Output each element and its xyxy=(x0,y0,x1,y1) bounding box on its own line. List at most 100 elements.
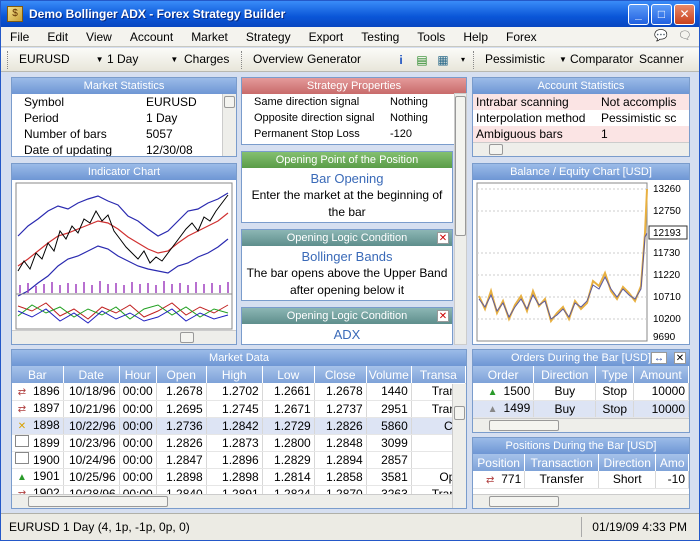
menu-testing[interactable]: Testing xyxy=(352,30,408,44)
overview-button[interactable]: Overview xyxy=(253,52,303,66)
logic-description: The bar opens above the Upper Band after… xyxy=(246,266,448,297)
generator-button[interactable]: Generator xyxy=(307,52,361,66)
balance-equity-panel: Balance / Equity Chart [USD] 13260 12750… xyxy=(472,163,690,345)
menu-forex[interactable]: Forex xyxy=(497,30,546,44)
column-header[interactable]: Bar xyxy=(12,366,64,383)
overflow-icon[interactable]: ▾ xyxy=(455,52,471,68)
orders-scrollbar[interactable] xyxy=(473,418,689,432)
calculator-icon[interactable]: ▦ xyxy=(435,52,451,68)
table-row[interactable]: ▲ 1901 10/25/96 00:00 1.2898 1.2898 1.2814 1.28… xyxy=(12,468,466,486)
info-icon[interactable]: i xyxy=(393,52,409,68)
column-header[interactable]: Date xyxy=(63,366,120,383)
menu-export[interactable]: Export xyxy=(300,30,353,44)
remove-condition-icon[interactable]: ✕ xyxy=(437,232,449,244)
account-statistics-panel: Account Statistics Intrabar scanning Not … xyxy=(472,77,690,157)
strategy-scrollbar[interactable] xyxy=(454,93,467,345)
current-balance-tick: 12193 xyxy=(653,228,681,239)
menu-edit[interactable]: Edit xyxy=(38,30,77,44)
close-button[interactable]: ✕ xyxy=(674,4,695,25)
column-header[interactable]: Volume xyxy=(366,366,412,383)
minimize-button[interactable]: _ xyxy=(628,4,649,25)
logic-indicator-name: Bollinger Bands xyxy=(301,249,393,264)
column-header[interactable]: Transaction xyxy=(524,454,600,471)
account-stats-scrollbar[interactable] xyxy=(473,142,689,156)
column-header[interactable]: Order xyxy=(473,366,535,383)
arrow-up-icon: ▲ xyxy=(17,472,27,483)
mode-select[interactable]: Pessimistic ▼ xyxy=(485,52,567,66)
toolbar: EURUSD ▼ 1 Day ▼ Charges Overview Generato… xyxy=(1,48,699,72)
balance-axis-tick: 11730 xyxy=(653,248,681,259)
comment-icon[interactable]: 🗨 xyxy=(677,29,693,43)
column-header[interactable]: Close xyxy=(314,366,367,383)
table-row[interactable]: ▲ 1499 Buy Stop 10000 xyxy=(473,400,689,418)
opening-logic-title: Opening Logic Condition ✕ xyxy=(242,308,452,324)
orders-title: Orders During the Bar [USD] ↔ ✕ xyxy=(473,350,689,366)
toolbar-grip[interactable] xyxy=(7,51,10,69)
menu-account[interactable]: Account xyxy=(121,30,182,44)
menu-market[interactable]: Market xyxy=(182,30,237,44)
toolbar-grip[interactable] xyxy=(473,51,476,69)
menu-tools[interactable]: Tools xyxy=(408,30,454,44)
stat-value: 12/30/08 xyxy=(146,143,193,157)
market-data-hscrollbar[interactable] xyxy=(12,494,452,508)
account-statistics-title: Account Statistics xyxy=(473,78,689,94)
stat-label: Symbol xyxy=(24,95,65,109)
table-row[interactable]: ✕ 1898 10/22/96 00:00 1.2736 1.2842 1.2729 1.28… xyxy=(12,417,466,435)
balance-equity-title: Balance / Equity Chart [USD] xyxy=(473,164,689,180)
comparator-button[interactable]: Comparator xyxy=(570,52,633,66)
chevron-down-icon: ▼ xyxy=(170,54,179,64)
table-row[interactable]: ⇄ 771 Transfer Short -10 xyxy=(473,471,689,489)
table-row[interactable]: ▲ 1500 Buy Stop 10000 xyxy=(473,383,689,401)
column-header[interactable]: High xyxy=(206,366,263,383)
table-row[interactable]: 1899 10/23/96 00:00 1.2826 1.2873 1.2800 1.284… xyxy=(12,434,466,452)
indicator-chart-plot xyxy=(15,182,233,330)
charges-button[interactable]: Charges xyxy=(184,52,229,66)
market-data-vscrollbar[interactable] xyxy=(452,384,466,508)
app-window: $ Demo Bollinger ADX - Forex Strategy Bu… xyxy=(0,0,700,541)
column-header[interactable]: Transa xyxy=(411,366,466,383)
column-header[interactable]: Open xyxy=(156,366,207,383)
toolbar-grip[interactable] xyxy=(241,51,244,69)
empty-bar-icon xyxy=(15,452,29,464)
menu-help[interactable]: Help xyxy=(454,30,497,44)
opening-logic-panel-1[interactable]: Opening Logic Condition ✕ Bollinger Bands… xyxy=(241,229,453,301)
column-header[interactable]: Amount xyxy=(633,366,689,383)
strategy-properties-title: Strategy Properties xyxy=(242,78,466,94)
column-header[interactable]: Direction xyxy=(598,454,657,471)
opening-point-name: Bar Opening xyxy=(310,171,384,186)
scanner-button[interactable]: Scanner xyxy=(639,52,684,66)
menu-view[interactable]: View xyxy=(77,30,121,44)
opening-logic-panel-2[interactable]: Opening Logic Condition ✕ ADX xyxy=(241,307,453,345)
chat-icon[interactable]: 💬 xyxy=(653,29,669,43)
close-panel-icon[interactable]: ✕ xyxy=(674,352,686,364)
status-datetime: 01/19/09 4:33 PM xyxy=(592,520,687,534)
market-data-panel: Market Data Bar Date Hour Open High Low … xyxy=(11,349,467,509)
column-header[interactable]: Amo xyxy=(655,454,689,471)
symbol-select[interactable]: EURUSD ▼ xyxy=(19,52,104,66)
column-header[interactable]: Low xyxy=(262,366,315,383)
stat-label: Intrabar scanning xyxy=(476,95,569,109)
column-header[interactable]: Type xyxy=(595,366,634,383)
opening-point-panel[interactable]: Opening Point of the Position Bar Openin… xyxy=(241,151,453,223)
indicator-chart-scrollbar[interactable] xyxy=(12,330,236,344)
period-select[interactable]: 1 Day ▼ xyxy=(107,52,178,66)
table-icon[interactable]: ▤ xyxy=(414,52,430,68)
table-row[interactable]: ⇄ 1897 10/21/96 00:00 1.2695 1.2745 1.2671 1.27… xyxy=(12,400,466,418)
table-row[interactable]: ⇄ 1896 10/18/96 00:00 1.2678 1.2702 1.2661 1.26… xyxy=(12,383,466,401)
column-header[interactable]: Hour xyxy=(119,366,157,383)
opening-logic-title: Opening Logic Condition ✕ xyxy=(242,230,452,246)
menu-file[interactable]: File xyxy=(1,30,38,44)
expand-icon[interactable]: ↔ xyxy=(651,352,667,364)
table-row[interactable]: 1900 10/24/96 00:00 1.2847 1.2896 1.2829 1.289… xyxy=(12,451,466,469)
stat-value: EURUSD xyxy=(146,95,197,109)
remove-condition-icon[interactable]: ✕ xyxy=(437,310,449,322)
column-header[interactable]: Position xyxy=(473,454,526,471)
balance-axis-tick: 12750 xyxy=(653,206,681,217)
positions-scrollbar[interactable] xyxy=(473,494,689,508)
title-bar: $ Demo Bollinger ADX - Forex Strategy Bu… xyxy=(1,1,699,27)
arrow-up-icon: ▲ xyxy=(487,404,498,415)
market-stats-scrollbar[interactable] xyxy=(222,94,236,156)
column-header[interactable]: Direction xyxy=(533,366,597,383)
maximize-button[interactable]: □ xyxy=(651,4,672,25)
menu-strategy[interactable]: Strategy xyxy=(237,30,300,44)
